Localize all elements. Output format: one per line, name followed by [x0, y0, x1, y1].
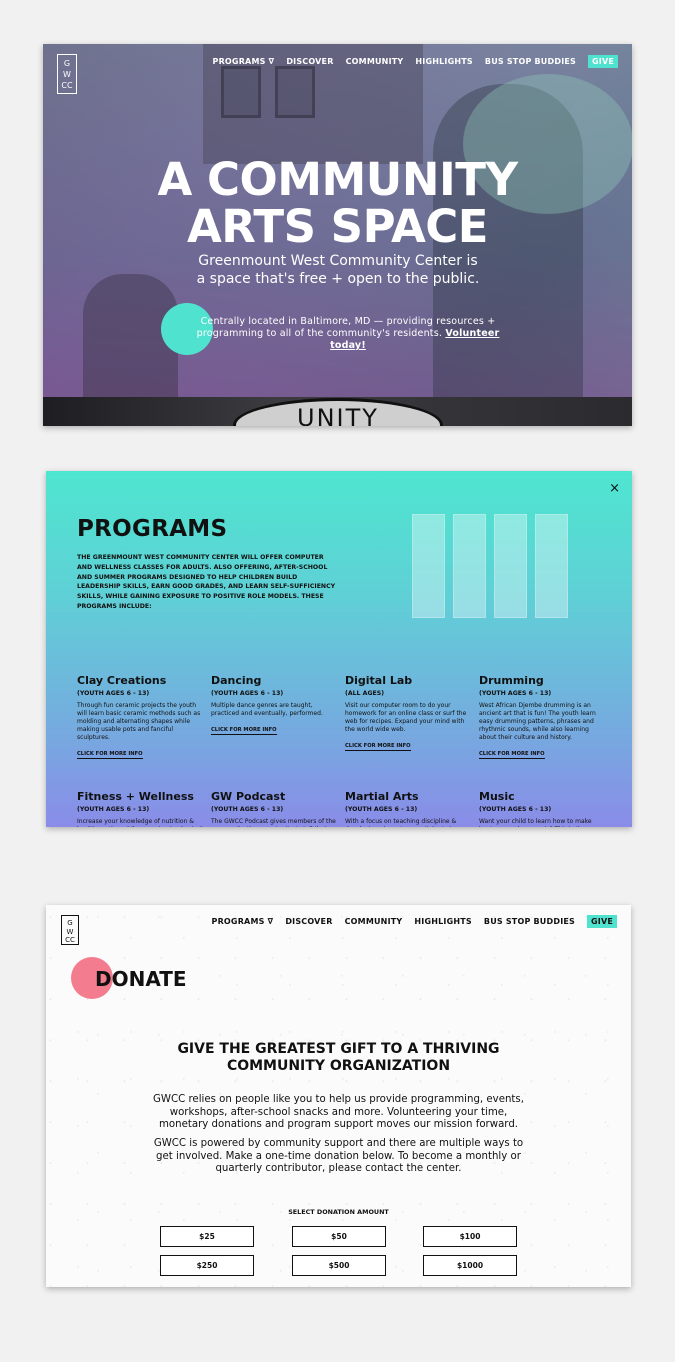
main-nav: PROGRAMS ∇ DISCOVER COMMUNITY HIGHLIGHTS… [200, 915, 617, 928]
program-ages: (YOUTH AGES 6 - 13) [211, 690, 284, 697]
nav-community[interactable]: COMMUNITY [345, 917, 403, 926]
hero-title-line: ARTS SPACE [186, 200, 489, 253]
close-icon[interactable]: × [609, 481, 620, 496]
donate-panel: G W CC PROGRAMS ∇ DISCOVER COMMUNITY HIG… [46, 905, 631, 1287]
program-desc: The GWCC Podcast gives members of the co… [211, 818, 336, 827]
program-desc: Visit our computer room to do your homew… [345, 702, 467, 733]
program-card-drumming: Drumming (YOUTH AGES 6 - 13) West Africa… [479, 674, 605, 760]
program-title: Clay Creations [77, 674, 167, 687]
program-card-martial-arts: Martial Arts (YOUTH AGES 6 - 13) With a … [345, 790, 471, 827]
nav-discover[interactable]: DISCOVER [285, 917, 332, 926]
logo-line: W [66, 927, 74, 936]
program-card-digital-lab: Digital Lab (ALL AGES) Visit our compute… [345, 674, 471, 752]
nav-highlights[interactable]: HIGHLIGHTS [414, 917, 472, 926]
nav-programs[interactable]: PROGRAMS ∇ [212, 917, 274, 926]
program-title: Martial Arts [345, 790, 419, 803]
donate-heading: DONATE [95, 967, 187, 991]
program-desc: West African Djembe drumming is an ancie… [479, 702, 596, 741]
nav-give-button[interactable]: GIVE [588, 55, 618, 68]
gwcc-logo[interactable]: G W CC [57, 54, 77, 94]
program-title: Digital Lab [345, 674, 413, 687]
program-card-gw-podcast: GW Podcast (YOUTH AGES 6 - 13) The GWCC … [211, 790, 337, 827]
program-ages: (YOUTH AGES 6 - 13) [77, 690, 150, 697]
program-card-clay-creations: Clay Creations (YOUTH AGES 6 - 13) Throu… [77, 674, 203, 760]
nav-give-button[interactable]: GIVE [587, 915, 617, 928]
program-more-info-link[interactable]: CLICK FOR MORE INFO [77, 751, 143, 759]
donate-paragraph: GWCC relies on people like you to help u… [153, 1094, 524, 1131]
program-desc: With a focus on teaching discipline & de… [345, 818, 460, 827]
hero-title-line: A COMMUNITY [157, 153, 518, 206]
donate-subheading: GIVE THE GREATEST GIFT TO A THRIVING COM… [177, 1041, 500, 1074]
hero-subtitle: Greenmount West Community Center is a sp… [196, 253, 480, 287]
program-desc: Increase your knowledge of nutrition & h… [77, 818, 202, 827]
nav-programs[interactable]: PROGRAMS ∇ [213, 57, 275, 66]
program-title: Fitness + Wellness [77, 790, 194, 803]
photo-slice [535, 514, 568, 618]
program-title: Drumming [479, 674, 544, 687]
logo-line: W [63, 70, 71, 79]
donate-amount-button[interactable]: $1000 [423, 1255, 517, 1276]
photo-slice [494, 514, 527, 618]
nav-discover[interactable]: DISCOVER [286, 57, 333, 66]
program-card-music: Music (YOUTH AGES 6 - 13) Want your chil… [479, 790, 605, 827]
program-ages: (YOUTH AGES 6 - 13) [211, 806, 284, 813]
donate-amount-button[interactable]: $100 [423, 1226, 517, 1247]
program-card-fitness-wellness: Fitness + Wellness (YOUTH AGES 6 - 13) I… [77, 790, 203, 827]
nav-bus-stop-buddies[interactable]: BUS STOP BUDDIES [485, 57, 576, 66]
program-desc: Multiple dance genres are taught, practi… [211, 702, 323, 717]
hero-description: Centrally located in Baltimore, MD — pro… [178, 316, 518, 352]
nav-community[interactable]: COMMUNITY [346, 57, 404, 66]
donate-amount-button[interactable]: $500 [292, 1255, 386, 1276]
donation-amount-label: SELECT DONATION AMOUNT [288, 1208, 389, 1216]
logo-line: G [67, 919, 73, 927]
program-card-dancing: Dancing (YOUTH AGES 6 - 13) Multiple dan… [211, 674, 337, 736]
programs-intro: THE GREENMOUNT WEST COMMUNITY CENTER WIL… [77, 554, 336, 610]
program-ages: (YOUTH AGES 6 - 13) [479, 806, 552, 813]
logo-line: CC [65, 936, 75, 944]
hero-photo-window [221, 66, 261, 118]
program-title: Dancing [211, 674, 262, 687]
program-ages: (YOUTH AGES 6 - 13) [345, 806, 418, 813]
program-more-info-link[interactable]: CLICK FOR MORE INFO [479, 751, 545, 759]
nav-highlights[interactable]: HIGHLIGHTS [415, 57, 473, 66]
programs-heading: PROGRAMS [77, 516, 228, 542]
nav-bus-stop-buddies[interactable]: BUS STOP BUDDIES [484, 917, 575, 926]
main-nav: PROGRAMS ∇ DISCOVER COMMUNITY HIGHLIGHTS… [201, 55, 618, 68]
logo-line: CC [61, 81, 73, 90]
hero-photo-window [275, 66, 315, 118]
program-desc: Through fun ceramic projects the youth w… [77, 702, 201, 741]
program-ages: (YOUTH AGES 6 - 13) [77, 806, 150, 813]
gwcc-logo[interactable]: G W CC [61, 915, 79, 945]
program-desc: Want your child to learn how to make bea… [479, 818, 592, 827]
program-ages: (YOUTH AGES 6 - 13) [479, 690, 552, 697]
programs-panel: × PROGRAMS THE GREENMOUNT WEST COMMUNITY… [46, 471, 632, 827]
program-title: GW Podcast [211, 790, 286, 803]
program-ages: (ALL AGES) [345, 690, 385, 697]
photo-slice [453, 514, 486, 618]
donate-amount-button[interactable]: $250 [160, 1255, 254, 1276]
donate-amount-button[interactable]: $50 [292, 1226, 386, 1247]
donate-amount-button[interactable]: $25 [160, 1226, 254, 1247]
photo-slice [412, 514, 445, 618]
programs-photo [394, 514, 569, 622]
hero-panel: UNITY G W CC PROGRAMS ∇ DISCOVER COMMUNI… [43, 44, 632, 426]
program-more-info-link[interactable]: CLICK FOR MORE INFO [345, 743, 411, 751]
hero-title: A COMMUNITY ARTS SPACE [43, 156, 632, 250]
program-more-info-link[interactable]: CLICK FOR MORE INFO [211, 727, 277, 735]
program-title: Music [479, 790, 515, 803]
logo-line: G [63, 59, 71, 68]
donate-paragraph: GWCC is powered by community support and… [153, 1138, 524, 1175]
